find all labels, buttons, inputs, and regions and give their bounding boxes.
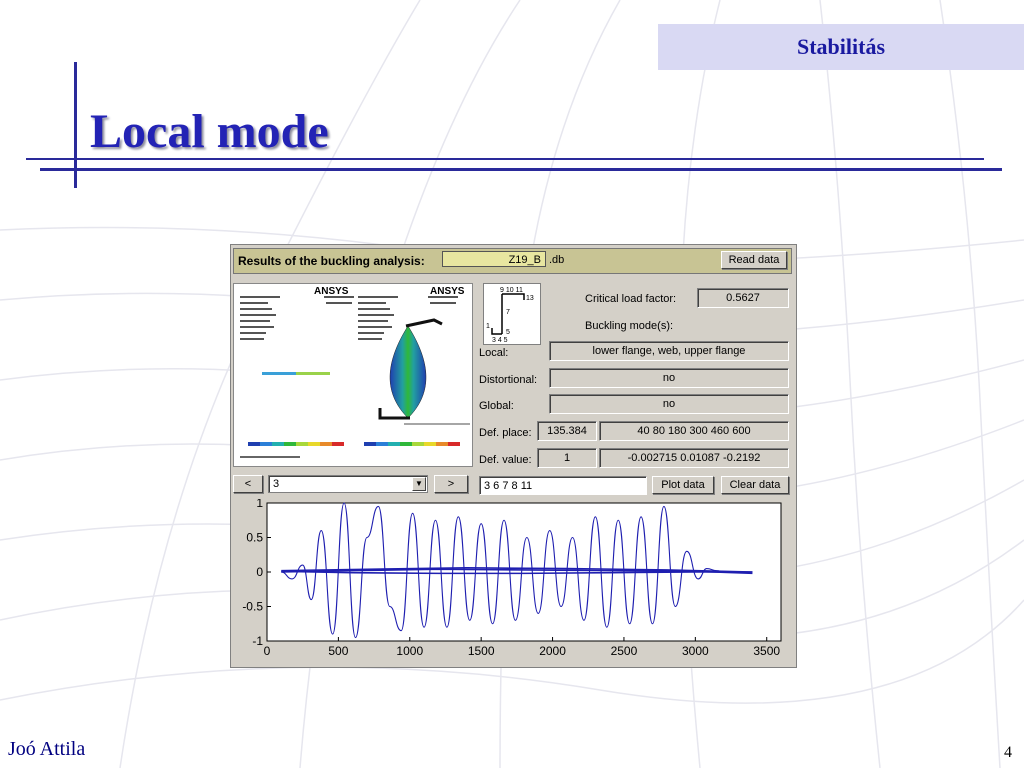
node-label-left: 1 (486, 323, 490, 330)
global-field: no (549, 394, 789, 414)
ansys-logo-left: ANSYS (314, 286, 349, 297)
node-label-top: 9 10 11 (500, 287, 523, 294)
x-tick-label: 3000 (682, 644, 709, 658)
results-header-bar: Results of the buckling analysis: Z19_B … (233, 248, 792, 274)
mode-select-value: 3 (273, 478, 280, 490)
x-tick-label: 3500 (753, 644, 780, 658)
y-tick-label: 0 (256, 565, 263, 579)
x-tick-label: 1500 (468, 644, 495, 658)
y-tick-label: -1 (252, 634, 263, 648)
critical-load-label: Critical load factor: (585, 293, 677, 305)
x-tick-label: 2500 (611, 644, 638, 658)
def-place-list-field: 40 80 180 300 460 600 (599, 421, 789, 441)
def-value-list-field: -0.002715 0.01087 -0.2192 (599, 448, 789, 468)
x-tick-label: 500 (328, 644, 348, 658)
previous-mode-button[interactable]: < (233, 475, 263, 493)
cross-section-icon: 9 10 11 13 7 1 5 3 4 5 (483, 283, 541, 345)
buckling-app-panel: Results of the buckling analysis: Z19_B … (230, 244, 797, 668)
topic-box: Stabilitás (658, 24, 1024, 70)
local-label: Local: (479, 347, 509, 359)
author-name: Joó Attila (8, 738, 86, 760)
def-value-first-field: 1 (537, 448, 597, 468)
x-tick-label: 2000 (539, 644, 566, 658)
node-label-bottom-right: 5 (506, 329, 510, 336)
critical-load-field: 0.5627 (697, 288, 789, 308)
results-label: Results of the buckling analysis: (238, 254, 425, 268)
topic-label: Stabilitás (796, 34, 886, 59)
distortional-label: Distortional: (479, 374, 538, 386)
y-tick-label: -0.5 (242, 600, 263, 614)
buckling-modes-label: Buckling mode(s): (585, 320, 674, 332)
read-data-button[interactable]: Read data (721, 251, 787, 269)
global-label: Global: (479, 400, 514, 412)
plot-data-button[interactable]: Plot data (652, 476, 714, 494)
ansys-result-thumbnail: ANSYS ANSYS (233, 283, 473, 467)
ansys-logo-right: ANSYS (430, 286, 465, 297)
file-extension: .db (549, 254, 565, 266)
def-value-label: Def. value: (479, 454, 532, 466)
mode-select[interactable]: 3 ▼ (268, 475, 428, 493)
def-place-label: Def. place: (479, 427, 532, 439)
next-mode-button[interactable]: > (434, 475, 468, 493)
chevron-down-icon[interactable]: ▼ (412, 477, 426, 491)
mode-shape-plot: 0 500 1000 1500 2000 2500 3000 3500 1 0.5 0 -0.5 -1 (233, 496, 793, 665)
page-number: 4 (1004, 744, 1012, 761)
distortional-field: no (549, 368, 789, 388)
node-label-bottom: 3 4 5 (492, 337, 508, 344)
local-mode-field: lower flange, web, upper flange (549, 341, 789, 361)
filename-field[interactable]: Z19_B (442, 251, 546, 267)
node-label-right: 13 (526, 295, 534, 302)
x-tick-label: 1000 (396, 644, 423, 658)
node-label-mid: 7 (506, 309, 510, 316)
y-tick-label: 1 (256, 499, 263, 510)
nodes-input[interactable]: 3 6 7 8 11 (479, 476, 647, 495)
title-rule-thick (40, 168, 1002, 171)
y-tick-label: 0.5 (246, 531, 263, 545)
clear-data-button[interactable]: Clear data (721, 476, 789, 494)
def-place-first-field: 135.384 (537, 421, 597, 441)
x-tick-label: 0 (264, 644, 271, 658)
page-title: Local mode (90, 105, 329, 158)
